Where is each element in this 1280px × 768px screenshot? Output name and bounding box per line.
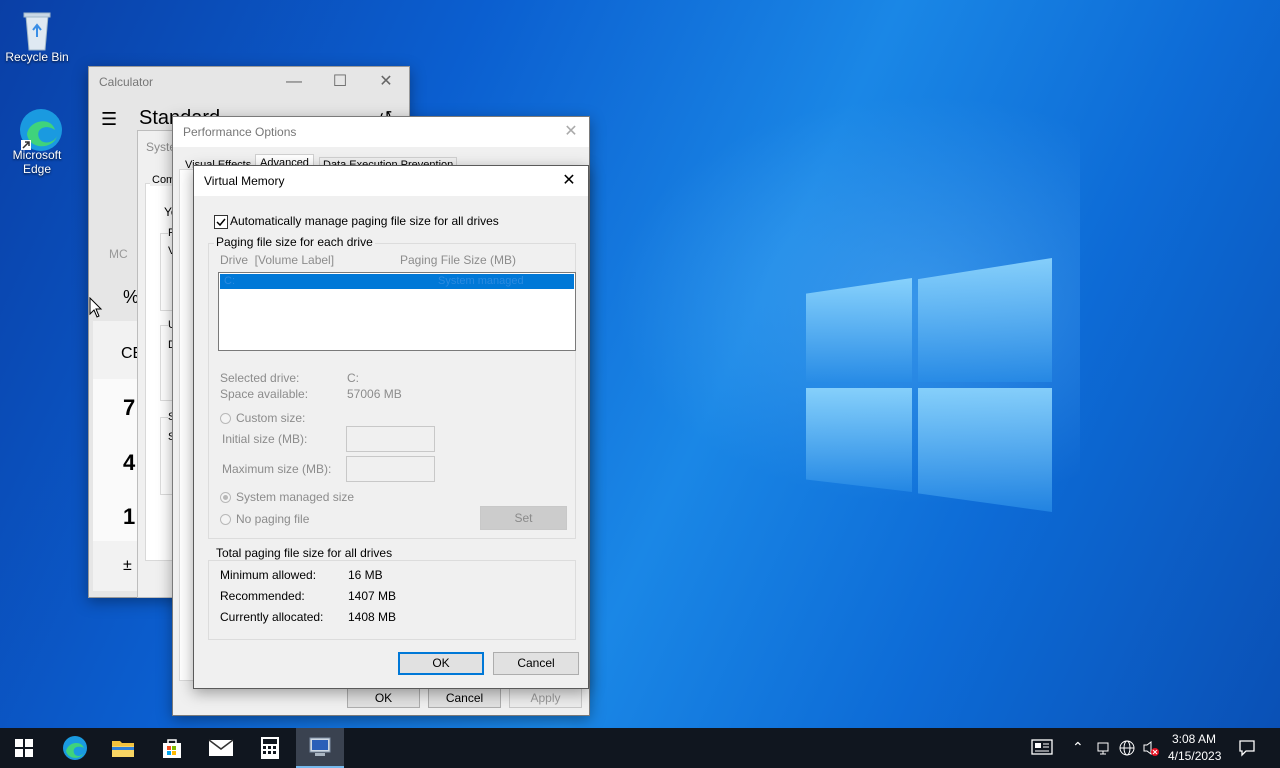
size-cell: System managed bbox=[438, 275, 524, 287]
checkmark-icon bbox=[216, 218, 226, 227]
hamburger-menu-icon[interactable]: ☰ bbox=[101, 109, 117, 130]
space-available-label: Space available: bbox=[220, 387, 309, 401]
initial-size-label: Initial size (MB): bbox=[222, 432, 308, 446]
meet-now-icon[interactable] bbox=[1096, 740, 1110, 759]
edge-icon bbox=[63, 736, 87, 760]
wallpaper-logo-pane bbox=[918, 258, 1052, 382]
recycle-bin-icon bbox=[17, 8, 57, 51]
currently-allocated-value: 1408 MB bbox=[348, 610, 397, 624]
selected-drive-label: Selected drive: bbox=[220, 371, 300, 385]
custom-size-radio[interactable] bbox=[220, 413, 231, 424]
desktop-icon-recycle-bin[interactable]: Recycle Bin bbox=[0, 8, 74, 64]
digit-1-button[interactable]: 1 bbox=[123, 504, 135, 530]
store-icon bbox=[163, 739, 181, 758]
taskbar-edge[interactable] bbox=[51, 728, 99, 768]
drive-cell: C: bbox=[224, 275, 235, 287]
maximum-size-input[interactable] bbox=[346, 456, 435, 482]
column-header-drive: Drive [Volume Label] bbox=[220, 253, 335, 267]
chevron-up-icon[interactable]: ⌃ bbox=[1072, 739, 1084, 756]
selected-drive-value: C: bbox=[347, 371, 359, 385]
apply-button[interactable]: Apply bbox=[509, 687, 582, 708]
system-managed-label[interactable]: System managed size bbox=[236, 490, 354, 504]
cancel-button[interactable]: Cancel bbox=[493, 652, 579, 675]
system-properties-icon bbox=[309, 737, 331, 756]
drive-list[interactable]: C: System managed bbox=[218, 272, 576, 351]
taskbar: ⌃ 3:08 AM 4/15/2023 bbox=[0, 728, 1280, 768]
auto-manage-label[interactable]: Automatically manage paging file size fo… bbox=[230, 214, 499, 228]
minimum-allowed-value: 16 MB bbox=[348, 568, 383, 582]
volume-muted-icon[interactable] bbox=[1142, 739, 1160, 760]
start-icon bbox=[15, 739, 33, 757]
close-icon[interactable]: ✕ bbox=[363, 67, 409, 97]
virtual-memory-dialog[interactable]: Virtual Memory ✕ Automatically manage pa… bbox=[193, 165, 589, 689]
maximum-size-label: Maximum size (MB): bbox=[222, 462, 332, 476]
notifications-icon[interactable] bbox=[1238, 739, 1256, 760]
set-button[interactable]: Set bbox=[480, 506, 567, 530]
no-paging-radio[interactable] bbox=[220, 514, 231, 525]
close-icon[interactable]: ✕ bbox=[550, 166, 588, 196]
edge-icon bbox=[17, 106, 62, 151]
memory-clear-button[interactable]: MC bbox=[109, 247, 128, 261]
digit-4-button[interactable]: 4 bbox=[123, 450, 135, 476]
auto-manage-checkbox[interactable] bbox=[214, 215, 228, 229]
maximize-icon[interactable]: ☐ bbox=[317, 67, 363, 97]
table-row[interactable]: C: System managed bbox=[220, 274, 574, 289]
taskbar-store[interactable] bbox=[148, 728, 196, 768]
negate-button[interactable]: ± bbox=[123, 557, 132, 575]
file-explorer-icon bbox=[112, 741, 134, 757]
taskbar-file-explorer[interactable] bbox=[99, 728, 147, 768]
ok-button[interactable]: OK bbox=[347, 687, 420, 708]
clock-time[interactable]: 3:08 AM bbox=[1172, 732, 1216, 746]
no-paging-label[interactable]: No paging file bbox=[236, 512, 309, 526]
performance-options-titlebar[interactable]: Performance Options ✕ bbox=[173, 117, 589, 147]
system-managed-radio[interactable] bbox=[220, 492, 231, 503]
window-title: Performance Options bbox=[183, 125, 297, 139]
mouse-cursor-icon bbox=[89, 297, 103, 318]
initial-size-input[interactable] bbox=[346, 426, 435, 452]
close-icon[interactable]: ✕ bbox=[551, 117, 591, 147]
cancel-button[interactable]: Cancel bbox=[428, 687, 501, 708]
column-header-size: Paging File Size (MB) bbox=[400, 253, 517, 267]
taskbar-calculator[interactable] bbox=[246, 728, 294, 768]
mail-icon bbox=[208, 739, 234, 756]
currently-allocated-label: Currently allocated: bbox=[220, 610, 324, 624]
recommended-label: Recommended: bbox=[220, 589, 305, 603]
custom-size-label[interactable]: Custom size: bbox=[236, 411, 305, 425]
clock-date[interactable]: 4/15/2023 bbox=[1168, 749, 1221, 763]
space-available-value: 57006 MB bbox=[347, 387, 402, 401]
minimum-allowed-label: Minimum allowed: bbox=[220, 568, 317, 582]
start-button[interactable] bbox=[0, 728, 48, 768]
per-drive-group-label: Paging file size for each drive bbox=[214, 235, 375, 249]
desktop-icon-edge[interactable]: Microsoft Edge bbox=[0, 106, 74, 176]
network-icon[interactable] bbox=[1118, 739, 1136, 760]
virtual-memory-titlebar[interactable]: Virtual Memory ✕ bbox=[194, 166, 588, 196]
news-icon[interactable] bbox=[1031, 739, 1053, 758]
wallpaper-logo-pane bbox=[918, 388, 1052, 512]
calculator-titlebar[interactable]: Calculator — ☐ ✕ bbox=[89, 67, 409, 97]
wallpaper-logo-pane bbox=[806, 278, 912, 382]
wallpaper-logo-pane bbox=[806, 388, 912, 492]
minimize-icon[interactable]: — bbox=[271, 67, 317, 97]
window-title: Calculator bbox=[99, 75, 154, 89]
digit-7-button[interactable]: 7 bbox=[123, 395, 135, 421]
calculator-icon bbox=[261, 737, 279, 759]
ok-button[interactable]: OK bbox=[398, 652, 484, 675]
taskbar-mail[interactable] bbox=[197, 728, 245, 768]
desktop-icon-label: Recycle Bin bbox=[5, 50, 69, 64]
taskbar-system-properties[interactable] bbox=[296, 728, 344, 768]
window-title: Virtual Memory bbox=[204, 174, 285, 188]
totals-group-label: Total paging file size for all drives bbox=[214, 546, 395, 560]
recommended-value: 1407 MB bbox=[348, 589, 397, 603]
